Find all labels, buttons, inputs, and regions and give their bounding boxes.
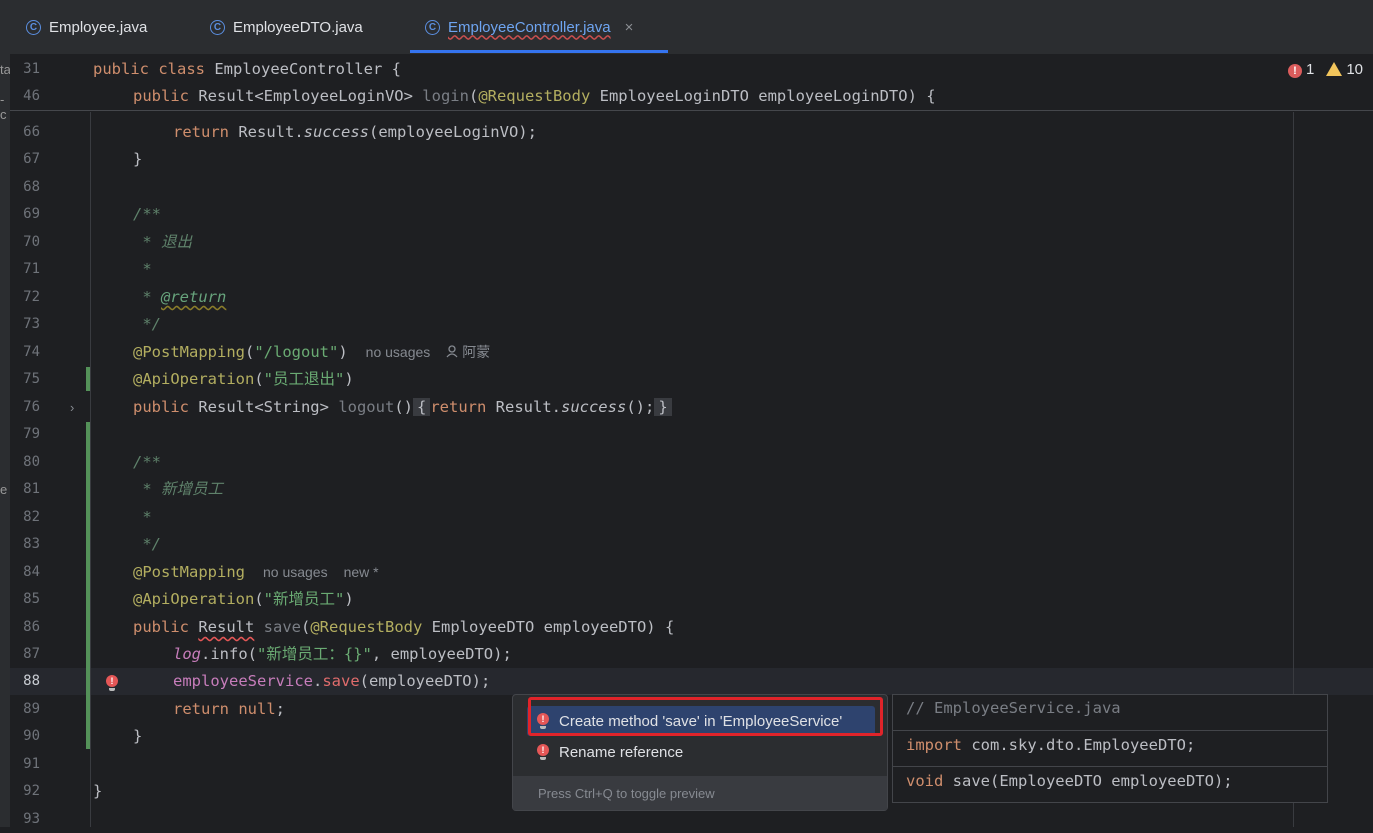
author-hint[interactable]: new * [344,564,379,580]
line-number: 72 [23,289,40,305]
code-line[interactable]: @PostMapping("/logout") no usages 阿蒙 [133,339,490,366]
folded-region[interactable]: } [654,398,672,416]
line-number: 66 [23,124,40,140]
indent-guide [90,112,91,827]
error-count[interactable]: ! 1 [1287,61,1314,78]
sticky-line-method[interactable]: public Result<EmployeeLoginVO> login(@Re… [133,83,936,110]
active-tab-indicator [410,50,668,53]
code-line[interactable]: } [133,723,142,750]
divider [893,766,1327,767]
class-icon: C [210,19,225,35]
line-number: 76 [23,399,40,415]
user-icon [446,345,458,358]
code-line[interactable]: public Result save(@RequestBody Employee… [133,614,674,641]
code-line[interactable]: } [93,778,102,805]
line-number: 31 [23,61,40,77]
line-number: 89 [23,701,40,717]
code-line[interactable]: log.info("新增员工：{}", employeeDTO); [173,641,512,668]
vcs-change-marker[interactable] [86,422,90,749]
code-line[interactable]: return Result.success(employeeLoginVO); [173,119,537,146]
highlight-annotation-box [528,697,883,736]
line-number: 46 [23,88,40,104]
doc-comment[interactable]: * @return [133,284,226,311]
intention-preview: // EmployeeService.java import com.sky.d… [892,694,1328,803]
preview-comment: // EmployeeService.java [906,699,1121,717]
code-line[interactable]: @ApiOperation("新增员工") [133,586,354,613]
doc-comment[interactable]: /** [133,449,161,476]
line-number: 85 [23,591,40,607]
line-number: 88 [23,673,40,689]
project-panel-edge: ta -c e [0,54,10,827]
error-bulb-icon: ! [537,744,549,760]
doc-comment[interactable]: * [133,256,151,283]
inspection-widget[interactable]: ! 1 10 [1287,60,1363,78]
usages-hint[interactable]: no usages [366,344,431,360]
line-number: 87 [23,646,40,662]
popup-footer-hint: Press Ctrl+Q to toggle preview [513,776,887,810]
line-number: 74 [23,344,40,360]
usages-hint[interactable]: no usages [263,564,328,580]
code-line[interactable]: employeeService.save(employeeDTO); [173,668,490,695]
line-number: 93 [23,811,40,827]
editor-tab-bar: C Employee.java C EmployeeDTO.java C Emp… [0,0,1373,55]
doc-comment[interactable]: /** [133,201,161,228]
line-number: 82 [23,509,40,525]
clipped-text: ta [0,62,10,77]
line-number: 91 [23,756,40,772]
doc-comment[interactable]: * 退出 [133,229,192,256]
line-number: 70 [23,234,40,250]
doc-comment[interactable]: */ [133,311,161,338]
line-number: 80 [23,454,40,470]
tab-label: Employee.java [49,18,148,36]
fold-expand-icon[interactable]: › [70,394,74,421]
line-number: 71 [23,261,40,277]
line-number: 79 [23,426,40,442]
doc-comment[interactable]: * [133,504,151,531]
line-number: 86 [23,619,40,635]
line-number: 81 [23,481,40,497]
line-number: 92 [23,783,40,799]
line-number: 75 [23,371,40,387]
divider [893,730,1327,731]
class-icon: C [26,19,41,35]
author-hint[interactable]: 阿蒙 [446,344,490,360]
preview-import: import com.sky.dto.EmployeeDTO; [906,736,1196,754]
line-number: 69 [23,206,40,222]
code-line[interactable]: @ApiOperation("员工退出") [133,366,354,393]
doc-comment[interactable]: */ [133,531,161,558]
tab-label: EmployeeDTO.java [233,18,363,36]
tab-employee-controller[interactable]: C EmployeeController.java × [425,0,633,54]
vcs-change-marker[interactable] [86,367,90,391]
close-icon[interactable]: × [625,19,634,36]
line-number: 67 [23,151,40,167]
line-number: 73 [23,316,40,332]
line-number: 83 [23,536,40,552]
code-line[interactable]: return null; [173,696,285,723]
preview-method: void save(EmployeeDTO employeeDTO); [906,772,1233,790]
tab-employee[interactable]: C Employee.java [26,0,147,54]
sticky-line-class[interactable]: public class EmployeeController { [93,56,401,83]
error-bulb-icon[interactable]: ! [106,675,118,691]
folded-region[interactable]: { [412,398,431,416]
code-line[interactable]: public Result<String> logout(){return Re… [133,394,672,421]
line-number: 84 [23,564,40,580]
code-line[interactable]: @PostMapping no usages new * [133,559,379,586]
clipped-text: e [0,482,8,497]
clipped-text: -c [0,92,7,122]
action-label: Rename reference [559,743,684,761]
class-icon: C [425,19,440,35]
tab-employee-dto[interactable]: C EmployeeDTO.java [210,0,363,54]
tab-label: EmployeeController.java [448,18,611,36]
warning-icon [1326,62,1343,76]
sticky-lines-separator [10,110,1373,111]
line-number: 90 [23,728,40,744]
warning-count[interactable]: 10 [1326,60,1363,78]
doc-comment[interactable]: * 新增员工 [133,476,223,503]
line-number: 68 [23,179,40,195]
error-icon: ! [1287,63,1302,78]
code-line[interactable]: } [133,146,142,173]
rename-reference-action[interactable]: ! Rename reference [527,737,683,767]
